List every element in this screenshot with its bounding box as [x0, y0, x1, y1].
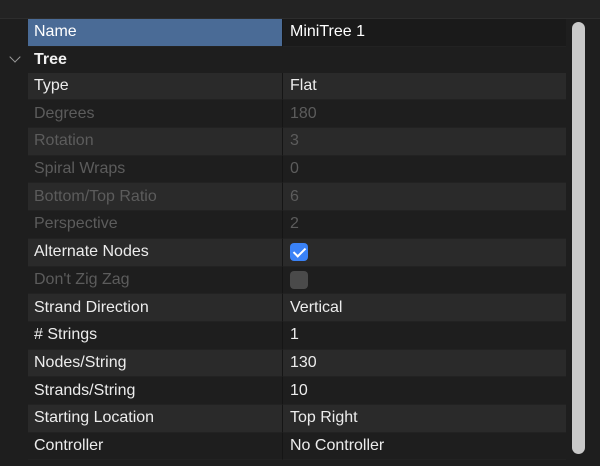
chevron-down-icon[interactable]: [9, 51, 21, 63]
property-label: Type: [28, 72, 283, 101]
property-row-controller[interactable]: Controller No Controller: [0, 432, 566, 461]
property-row-rotation: Rotation 3: [0, 128, 566, 156]
property-row-spiral-wraps: Spiral Wraps 0: [0, 155, 566, 184]
row-gutter: [0, 239, 28, 267]
property-row-nodes-string[interactable]: Nodes/String 130: [0, 349, 566, 378]
property-label: Degrees: [28, 100, 283, 129]
name-value-field[interactable]: MiniTree 1: [283, 19, 566, 47]
collapse-toggle[interactable]: [0, 47, 28, 73]
row-gutter: [0, 19, 28, 47]
starting-location-value[interactable]: Top Right: [283, 404, 566, 433]
checkmark-icon: [292, 243, 306, 258]
property-row-strand-direction[interactable]: Strand Direction Vertical: [0, 294, 566, 322]
property-value-cell: [283, 238, 566, 267]
type-value[interactable]: Flat: [283, 72, 566, 101]
bottom-top-ratio-value: 6: [283, 183, 566, 212]
property-label: # Strings: [28, 321, 283, 350]
alternate-nodes-checkbox[interactable]: [290, 243, 308, 262]
strings-value[interactable]: 1: [283, 321, 566, 350]
strand-direction-value[interactable]: Vertical: [283, 294, 566, 322]
row-gutter: [0, 128, 28, 156]
property-label: Alternate Nodes: [28, 238, 283, 267]
property-label: Don't Zig Zag: [28, 266, 283, 295]
property-label: Rotation: [28, 128, 283, 156]
property-label: Controller: [28, 432, 283, 461]
property-row-don-t-zig-zag: Don't Zig Zag: [0, 266, 566, 295]
property-label: Starting Location: [28, 404, 283, 433]
property-label: Name: [28, 19, 283, 47]
property-row-strings[interactable]: # Strings 1: [0, 321, 566, 350]
row-gutter: [0, 267, 28, 295]
property-row-degrees: Degrees 180: [0, 100, 566, 129]
perspective-value: 2: [283, 211, 566, 239]
row-gutter: [0, 350, 28, 378]
row-gutter: [0, 73, 28, 101]
property-row-type[interactable]: Type Flat: [0, 72, 566, 101]
don-t-zig-zag-checkbox: [290, 270, 308, 289]
property-row-alternate-nodes[interactable]: Alternate Nodes: [0, 238, 566, 267]
category-label: Tree: [34, 50, 67, 68]
property-row-name[interactable]: Name MiniTree 1: [0, 19, 566, 47]
row-gutter: [0, 294, 28, 322]
property-label: Strand Direction: [28, 294, 283, 322]
property-label: Bottom/Top Ratio: [28, 183, 283, 212]
row-gutter: [0, 433, 28, 461]
property-row-perspective: Perspective 2: [0, 211, 566, 239]
row-gutter: [0, 183, 28, 211]
row-gutter: [0, 100, 28, 128]
row-gutter: [0, 211, 28, 239]
property-value-cell: [283, 266, 566, 295]
row-gutter: [0, 377, 28, 405]
scrollbar-thumb[interactable]: [572, 22, 585, 454]
property-row-starting-location[interactable]: Starting Location Top Right: [0, 404, 566, 433]
property-label: Nodes/String: [28, 349, 283, 378]
degrees-value: 180: [283, 100, 566, 129]
nodes-string-value[interactable]: 130: [283, 349, 566, 378]
property-label: Spiral Wraps: [28, 155, 283, 184]
controller-value[interactable]: No Controller: [283, 432, 566, 461]
spiral-wraps-value: 0: [283, 155, 566, 184]
rotation-value: 3: [283, 128, 566, 156]
row-gutter: [0, 156, 28, 184]
property-label: Strands/String: [28, 377, 283, 405]
category-tree[interactable]: Tree: [0, 46, 566, 73]
panel-header-strip: [0, 0, 600, 19]
property-grid: Name MiniTree 1 Tree Type Flat Degrees 180 R…: [0, 19, 566, 461]
property-row-bottom-top-ratio: Bottom/Top Ratio 6: [0, 183, 566, 212]
row-gutter: [0, 322, 28, 350]
property-row-strands-string[interactable]: Strands/String 10: [0, 377, 566, 405]
property-label: Perspective: [28, 211, 283, 239]
strands-string-value[interactable]: 10: [283, 377, 566, 405]
row-gutter: [0, 405, 28, 433]
